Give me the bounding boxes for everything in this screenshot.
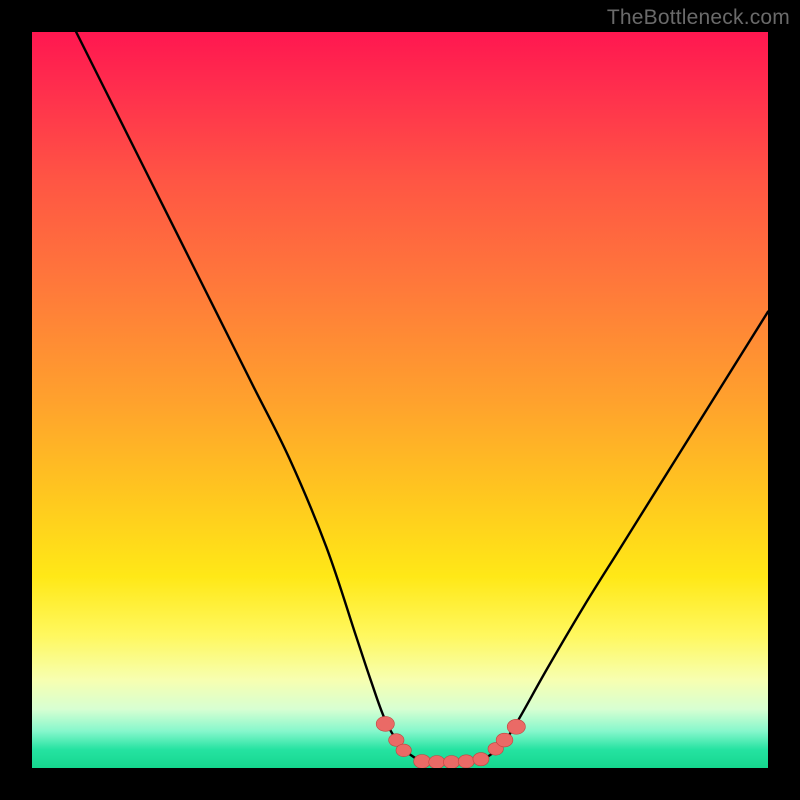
scatter-dot [507,719,525,734]
scatter-dot [414,754,431,768]
scatter-dot [496,733,513,747]
curve-layer [76,32,768,763]
plot-area [32,32,768,768]
series-floor-and-right-branch [429,312,768,763]
scatter-dot [443,756,459,768]
scatter-layer [376,716,525,768]
watermark-text: TheBottleneck.com [607,6,790,30]
series-left-branch [76,32,429,763]
scatter-dot [429,756,445,768]
scatter-dot [376,716,394,731]
scatter-dot [458,755,474,768]
chart-frame: TheBottleneck.com [0,0,800,800]
chart-svg [32,32,768,768]
scatter-dot [473,753,489,766]
scatter-dot [396,744,411,757]
